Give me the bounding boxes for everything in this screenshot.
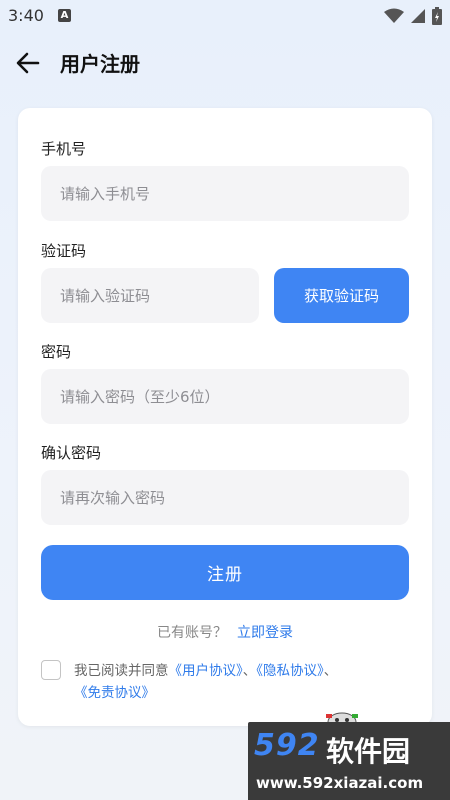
page-title: 用户注册 [60, 52, 140, 76]
code-label: 验证码 [41, 242, 87, 260]
password-field [41, 369, 409, 424]
status-bar: 3:40 A [0, 0, 450, 32]
code-input[interactable] [41, 286, 259, 305]
status-time: 3:40 [8, 6, 44, 25]
back-button[interactable] [14, 47, 48, 77]
agreement-checkbox[interactable] [41, 660, 61, 680]
login-row: 已有账号？ 立即登录 [0, 622, 450, 642]
agreement-separator: 、 [323, 663, 338, 679]
wifi-icon [384, 8, 404, 23]
agreement-prefix: 我已阅读并同意 [74, 663, 169, 679]
status-icons [384, 6, 442, 26]
register-button[interactable]: 注册 [41, 545, 409, 600]
disclaimer-link[interactable]: 《免责协议》 [74, 685, 155, 701]
watermark-number: 592 [254, 728, 320, 763]
back-arrow-icon [16, 52, 40, 74]
confirm-password-field [41, 470, 409, 525]
privacy-agreement-link[interactable]: 《隐私协议》 [256, 663, 324, 679]
confirm-password-input[interactable] [41, 488, 409, 507]
battery-icon [432, 7, 442, 25]
notification-icon: A [58, 9, 71, 22]
password-input[interactable] [41, 387, 409, 406]
top-bar: 用户注册 [0, 40, 450, 84]
agreement-text: 我已阅读并同意《用户协议》、《隐私协议》、 《免责协议》 [74, 660, 404, 704]
signal-icon [411, 9, 425, 23]
watermark-url: www.592xiazai.com [256, 774, 424, 792]
phone-field [41, 166, 409, 221]
confirm-password-label: 确认密码 [41, 444, 102, 462]
login-prompt: 已有账号？ [157, 625, 227, 641]
get-code-button[interactable]: 获取验证码 [274, 268, 409, 323]
phone-label: 手机号 [41, 140, 87, 158]
code-field [41, 268, 259, 323]
agreement-separator: 、 [242, 663, 257, 679]
password-label: 密码 [41, 343, 72, 361]
watermark-logo: 592 软件园 www.592xiazai.com [248, 722, 450, 800]
watermark-name: 软件园 [326, 735, 411, 768]
phone-input[interactable] [41, 184, 409, 203]
login-link[interactable]: 立即登录 [237, 625, 293, 641]
user-agreement-link[interactable]: 《用户协议》 [169, 663, 243, 679]
